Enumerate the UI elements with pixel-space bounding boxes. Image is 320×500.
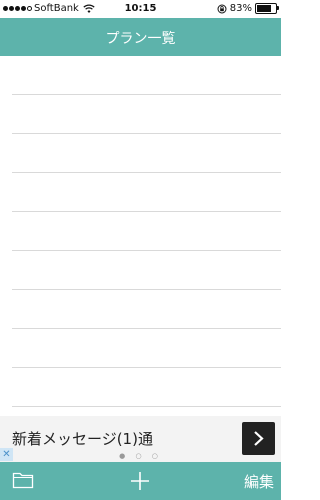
ad-banner[interactable]: 新着メッセージ(1)通 ● ○ ○ ✕ bbox=[0, 416, 281, 462]
plus-icon[interactable] bbox=[130, 471, 150, 491]
list-row-separator bbox=[12, 367, 281, 368]
list-row-separator bbox=[12, 94, 281, 95]
ad-page-indicator: ● ○ ○ bbox=[119, 452, 162, 460]
list-row-separator bbox=[12, 211, 281, 212]
rotation-lock-icon bbox=[217, 4, 227, 13]
list-row-separator bbox=[12, 133, 281, 134]
status-bar: SoftBank 10:15 83% bbox=[0, 0, 281, 18]
ad-message-text[interactable]: 新着メッセージ(1)通 bbox=[12, 428, 153, 449]
edit-button[interactable]: 編集 bbox=[244, 471, 274, 492]
list-row-separator bbox=[12, 289, 281, 290]
page-title: プラン一覧 bbox=[105, 31, 176, 47]
plan-list[interactable] bbox=[0, 56, 281, 416]
list-row-separator bbox=[12, 328, 281, 329]
ad-open-button[interactable] bbox=[242, 422, 275, 455]
battery-icon bbox=[255, 3, 279, 14]
battery-percent: 83% bbox=[229, 3, 252, 14]
list-row-separator bbox=[12, 406, 281, 407]
list-row-separator bbox=[12, 250, 281, 251]
status-right: 83% bbox=[217, 3, 279, 14]
navigation-bar: プラン一覧 bbox=[0, 18, 281, 56]
bottom-toolbar: 編集 bbox=[0, 462, 281, 500]
folder-icon[interactable] bbox=[12, 471, 34, 489]
ad-close-button[interactable]: ✕ bbox=[0, 448, 13, 461]
list-row-separator bbox=[12, 172, 281, 173]
chevron-right-icon bbox=[254, 431, 264, 446]
